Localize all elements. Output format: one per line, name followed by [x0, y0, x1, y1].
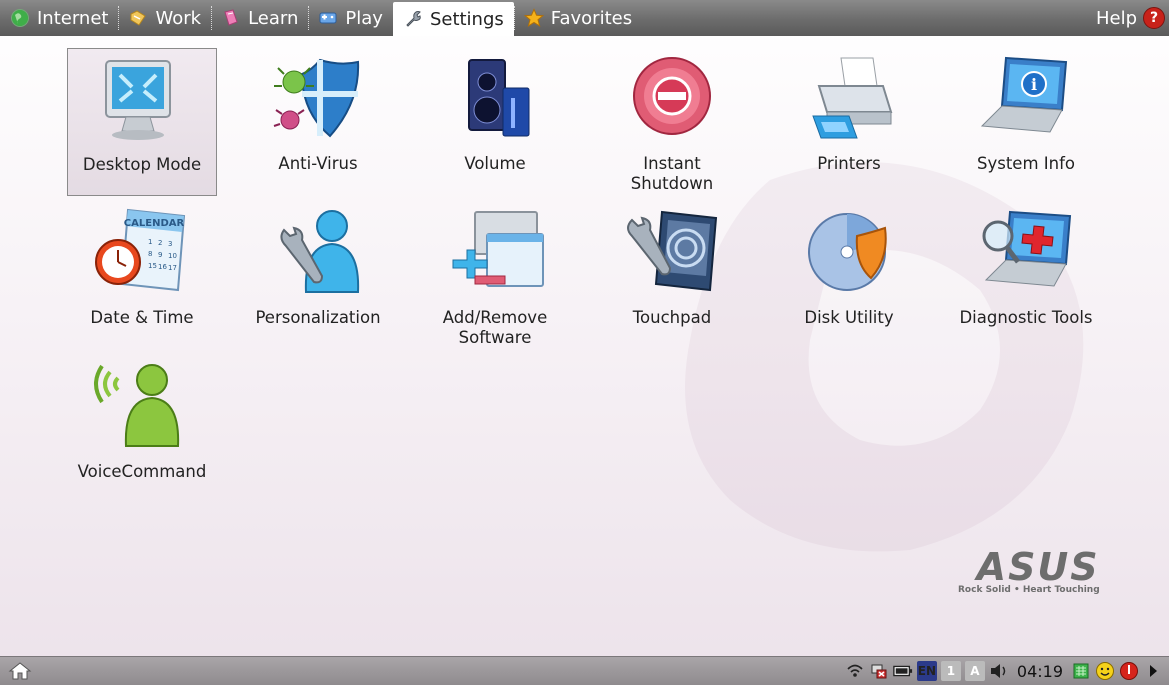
- question-icon: ?: [1143, 7, 1165, 29]
- item-diagnostic-tools[interactable]: Diagnostic Tools: [951, 202, 1101, 352]
- item-label: Volume: [464, 154, 526, 173]
- gamepad-icon: [319, 12, 337, 24]
- tab-label: Internet: [37, 7, 109, 29]
- shutdown-icon: [633, 57, 711, 135]
- tab-label: Work: [155, 7, 202, 29]
- tab-label: Settings: [429, 8, 504, 30]
- item-desktop-mode[interactable]: Desktop Mode: [67, 48, 217, 196]
- item-instant-shutdown[interactable]: Instant Shutdown: [597, 48, 747, 198]
- system-tray: EN 1 A 04:19: [841, 657, 1169, 685]
- item-label: Touchpad: [632, 308, 712, 327]
- svg-text:16: 16: [158, 263, 167, 271]
- battery-icon[interactable]: [893, 661, 913, 681]
- user-wrench-icon: [280, 210, 360, 293]
- item-label: Desktop Mode: [82, 155, 202, 174]
- tab-internet[interactable]: Internet: [0, 0, 118, 36]
- voice-user-icon: [94, 364, 180, 447]
- speaker-icon: [468, 59, 530, 137]
- smiley-icon[interactable]: [1095, 661, 1115, 681]
- memory-icon[interactable]: [1071, 661, 1091, 681]
- taskbar: EN 1 A 04:19: [0, 656, 1169, 685]
- tab-label: Favorites: [550, 7, 633, 29]
- item-label: VoiceCommand: [77, 462, 207, 481]
- asus-logo-tagline: Rock Solid • Heart Touching: [958, 585, 1100, 595]
- item-voicecommand[interactable]: VoiceCommand: [67, 356, 217, 506]
- svg-text:17: 17: [168, 264, 177, 272]
- help-button[interactable]: Help ?: [1096, 0, 1169, 36]
- wireless-icon[interactable]: [845, 661, 865, 681]
- item-label: Instant Shutdown: [630, 154, 714, 193]
- tab-work[interactable]: Work: [118, 0, 211, 36]
- touchpad-icon: [627, 210, 718, 292]
- disk-icon: [808, 213, 887, 291]
- volume-icon[interactable]: [989, 661, 1009, 681]
- tab-learn[interactable]: Learn: [211, 0, 308, 36]
- home-icon[interactable]: [8, 661, 32, 681]
- power-icon[interactable]: [1119, 661, 1139, 681]
- tab-play[interactable]: Play: [308, 0, 393, 36]
- item-label: Add/Remove Software: [442, 308, 548, 347]
- svg-text:10: 10: [168, 252, 177, 260]
- globe-icon: [11, 9, 29, 27]
- item-label: System Info: [976, 154, 1075, 173]
- keyboard-1-icon[interactable]: 1: [940, 661, 961, 681]
- item-date-time[interactable]: CALENDAR 123 8 9 10 15 16 17 Date & Time: [67, 202, 217, 352]
- help-label: Help: [1095, 7, 1137, 29]
- svg-text:9: 9: [158, 251, 162, 259]
- monitor-icon: [105, 60, 171, 140]
- shield-bug-icon: [273, 58, 360, 138]
- item-disk-utility[interactable]: Disk Utility: [774, 202, 924, 352]
- item-personalization[interactable]: Personalization: [243, 202, 393, 352]
- top-tab-bar: Internet Work Learn Play Settings Favori…: [0, 0, 1169, 36]
- item-add-remove-software[interactable]: Add/Remove Software: [420, 202, 570, 352]
- star-icon: [523, 8, 544, 27]
- svg-text:3: 3: [168, 240, 172, 248]
- svg-text:15: 15: [148, 262, 157, 270]
- svg-text:CALENDAR: CALENDAR: [124, 218, 185, 229]
- item-volume[interactable]: Volume: [420, 48, 570, 198]
- svg-text:2: 2: [158, 239, 162, 247]
- item-system-info[interactable]: i System Info: [951, 48, 1101, 198]
- folder-icon: [130, 10, 147, 26]
- svg-text:1: 1: [148, 238, 152, 246]
- tab-favorites[interactable]: Favorites: [513, 0, 642, 36]
- item-touchpad[interactable]: Touchpad: [597, 202, 747, 352]
- book-icon: [224, 9, 238, 26]
- clock[interactable]: 04:19: [1017, 662, 1063, 681]
- language-icon[interactable]: EN: [916, 661, 937, 681]
- asus-logo-word: ASUS: [976, 545, 1100, 589]
- calendar-clock-icon: CALENDAR 123 8 9 10 15 16 17: [95, 208, 186, 292]
- asus-logo: ASUS Rock Solid • Heart Touching: [958, 545, 1100, 595]
- svg-text:8: 8: [148, 250, 152, 258]
- item-label: Printers: [817, 154, 881, 173]
- item-printers[interactable]: Printers: [774, 48, 924, 198]
- wrench-icon: [406, 11, 421, 27]
- item-label: Anti-Virus: [278, 154, 358, 173]
- network-icon[interactable]: [869, 661, 889, 681]
- add-remove-icon: [452, 211, 544, 287]
- tab-label: Play: [345, 7, 383, 29]
- svg-text:i: i: [1031, 75, 1037, 94]
- printer-icon: [812, 57, 893, 139]
- item-label: Disk Utility: [804, 308, 894, 327]
- item-label: Personalization: [255, 308, 381, 327]
- item-label: Diagnostic Tools: [959, 308, 1093, 327]
- laptop-magnifier-icon: [982, 210, 1072, 287]
- item-label: Date & Time: [90, 308, 194, 327]
- arrow-right-icon[interactable]: [1143, 661, 1163, 681]
- laptop-info-icon: i: [980, 56, 1068, 133]
- tab-label: Learn: [248, 7, 299, 29]
- keyboard-a-icon[interactable]: A: [964, 661, 985, 681]
- tab-settings[interactable]: Settings: [392, 2, 514, 36]
- item-anti-virus[interactable]: Anti-Virus: [243, 48, 393, 198]
